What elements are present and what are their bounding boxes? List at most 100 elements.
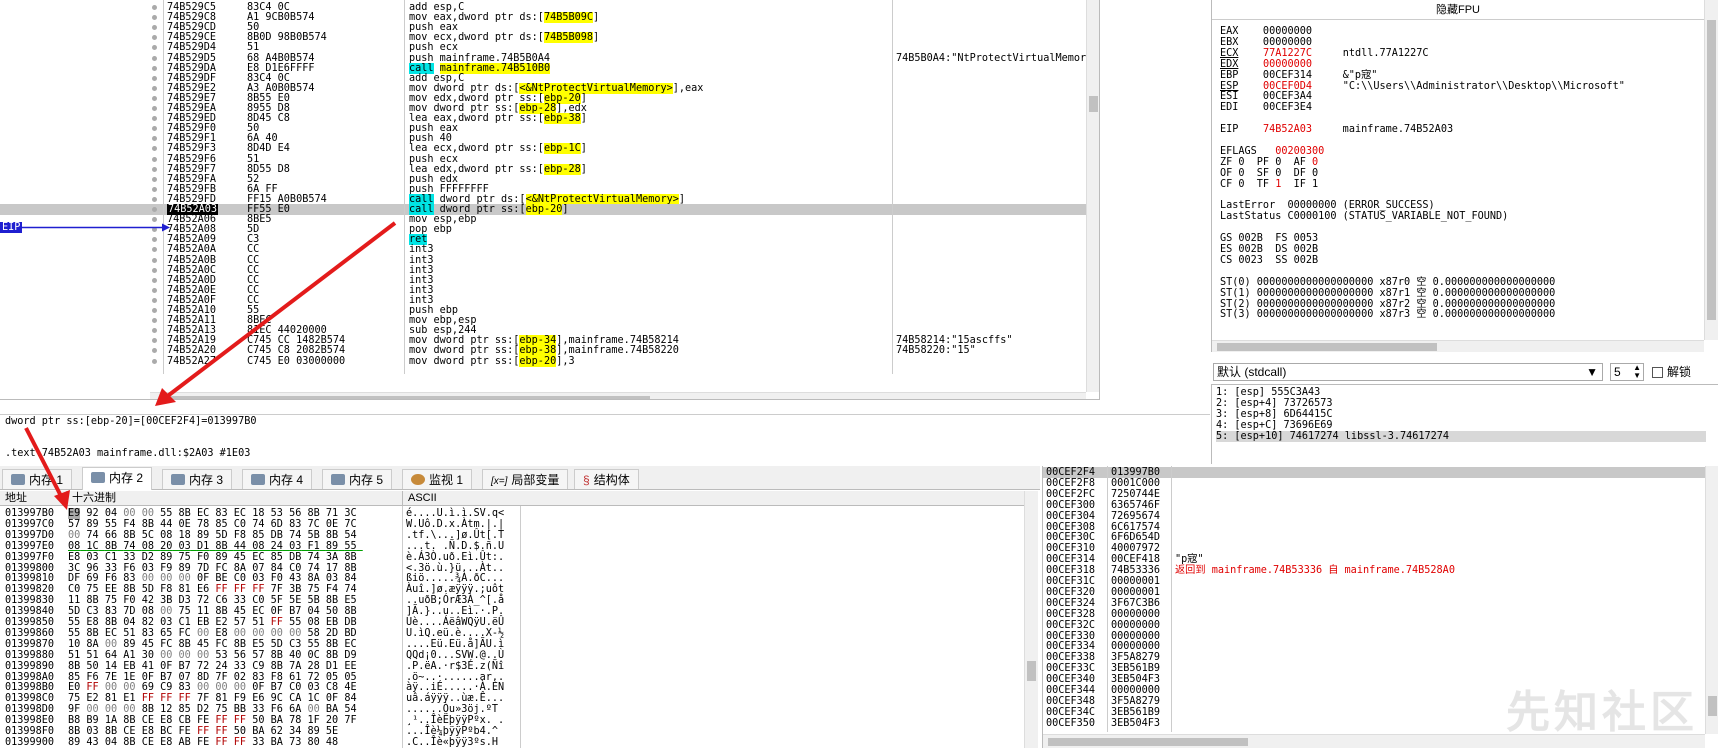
- tab-memory-2[interactable]: 内存 2: [82, 467, 153, 490]
- dump-addr: 01399860: [5, 627, 55, 639]
- stack-value: 3EB561B9: [1111, 663, 1161, 675]
- register-line[interactable]: EAX 00000000: [1220, 26, 1312, 37]
- register-line[interactable]: LastStatus C0000100 (STATUS_VARIABLE_NOT…: [1220, 211, 1508, 222]
- register-line[interactable]: ST(1) 0000000000000000000 x87r1 空 0.0000…: [1220, 288, 1555, 299]
- stack-row[interactable]: 00CEF328 00000000: [1043, 609, 1705, 620]
- stack-value: 00000001: [1111, 576, 1161, 587]
- stack-row[interactable]: 00CEF334 00000000: [1043, 641, 1705, 652]
- stack-addr: 00CEF340: [1046, 674, 1096, 686]
- register-line[interactable]: ESP 00CEF0D4 "C:\\Users\\Administrator\\…: [1220, 81, 1625, 92]
- stack-row[interactable]: 00CEF2FC 7250744E: [1043, 489, 1705, 500]
- dump-ascii: àÿ..iÉ.....·À.ÈN: [406, 682, 505, 694]
- stack-comment: 返回到 mainframe.74B53336 自 mainframe.74B52…: [1175, 565, 1455, 577]
- memory-icon: [11, 474, 25, 485]
- stack-row[interactable]: 00CEF304 72695674: [1043, 511, 1705, 522]
- stack-value: 013997B0: [1111, 467, 1161, 478]
- register-line[interactable]: GS 002B FS 0053: [1220, 233, 1318, 244]
- register-line[interactable]: CF 0 TF 1 IF 1: [1220, 179, 1318, 190]
- stack-vscroll[interactable]: [1705, 466, 1718, 734]
- stack-row[interactable]: 00CEF330 00000000: [1043, 631, 1705, 642]
- stack-row[interactable]: 00CEF308 6C617574: [1043, 522, 1705, 533]
- stack-row[interactable]: 00CEF30C 6F6D654D: [1043, 532, 1705, 543]
- stack-row[interactable]: 00CEF31C 00000001: [1043, 576, 1705, 587]
- tab-memory-4[interactable]: 内存 4: [242, 469, 313, 489]
- stack-row[interactable]: 00CEF324 3F67C3B6: [1043, 598, 1705, 609]
- registers-hscroll[interactable]: [1212, 340, 1704, 352]
- stack-row[interactable]: 00CEF2F4 013997B0: [1043, 467, 1705, 478]
- dump-addr: 01399850: [5, 617, 55, 628]
- stack-args-panel[interactable]: 1: [esp] 555C3A43 2: [esp+4] 73726573 3: […: [1211, 384, 1718, 464]
- register-line[interactable]: ST(2) 0000000000000000000 x87r2 空 0.0000…: [1220, 299, 1555, 310]
- arg-count-stepper[interactable]: 5 ▲ ▼: [1610, 363, 1644, 381]
- tab-struct[interactable]: § 结构体: [574, 469, 639, 489]
- stack-value: 3F5A8279: [1111, 652, 1161, 664]
- dump-hex: 00 74 66 8B 5C 08 18 89 5D F8 85 DB 74 5…: [68, 529, 357, 541]
- dump-hex: E0 FF 00 00 69 C9 83 00 00 00 0F B7 C0 0…: [68, 682, 357, 694]
- tab-locals[interactable]: [x=] 局部变量: [482, 469, 569, 489]
- hide-fpu-button[interactable]: 隐藏FPU: [1212, 0, 1704, 20]
- disassembly-panel[interactable]: 74B529C5 83C4 0C add esp,C 74B529C8 A1 9CB0B…: [0, 0, 1100, 400]
- arg-line[interactable]: 1: [esp] 555C3A43: [1216, 387, 1320, 398]
- memory-dump-panel[interactable]: 地址 十六进制 ASCII 013997B0 E9 92 04 00 00 55 …: [0, 491, 1040, 748]
- register-line[interactable]: EIP 74B52A03 mainframe.74B52A03: [1220, 124, 1453, 135]
- register-line[interactable]: ES 002B DS 002B: [1220, 244, 1318, 255]
- stack-row[interactable]: 00CEF33C 3EB561B9: [1043, 663, 1705, 674]
- stack-value: 00000000: [1111, 630, 1161, 642]
- dump-vscroll[interactable]: [1024, 491, 1038, 748]
- stack-row[interactable]: 00CEF2F8 0001C000: [1043, 478, 1705, 489]
- tab-watch-1[interactable]: 监视 1: [402, 469, 473, 489]
- stack-row[interactable]: 00CEF300 6365746F: [1043, 500, 1705, 511]
- arg-line[interactable]: 5: [esp+10] 74617274 libssl-3.74617274: [1216, 430, 1706, 442]
- arg-line[interactable]: 2: [esp+4] 73726573: [1216, 398, 1333, 409]
- arg-line[interactable]: 3: [esp+8] 6D64415C: [1216, 409, 1333, 420]
- register-line[interactable]: EBX 00000000: [1220, 37, 1312, 48]
- stack-addr: 00CEF350: [1046, 717, 1096, 729]
- register-line[interactable]: LastError 00000000 (ERROR_SUCCESS): [1220, 200, 1435, 211]
- stepper-arrows-icon: ▲ ▼: [1633, 363, 1641, 380]
- register-line[interactable]: EDX 00000000: [1220, 59, 1312, 70]
- dump-hex: 55 8B EC 51 83 65 FC 00 E8 00 00 00 00 5…: [68, 627, 357, 639]
- stack-addr: 00CEF328: [1046, 608, 1096, 620]
- register-line[interactable]: ST(0) 0000000000000000000 x87r0 空 0.0000…: [1220, 277, 1555, 288]
- unlock-checkbox[interactable]: 解锁: [1652, 364, 1691, 380]
- register-line[interactable]: ZF 0 PF 0 AF 0: [1220, 157, 1318, 168]
- variable-icon: [x=]: [491, 476, 508, 487]
- call-convention-select[interactable]: 默认 (stdcall) ▼: [1213, 363, 1603, 381]
- stack-row[interactable]: 00CEF318 74B53336 返回到 mainframe.74B53336 自…: [1043, 565, 1705, 576]
- register-line[interactable]: ESI 00CEF3A4: [1220, 91, 1312, 102]
- stack-row[interactable]: 00CEF314 00CEF418 "p宼": [1043, 554, 1705, 565]
- stack-addr: 00CEF324: [1046, 597, 1096, 609]
- stack-row[interactable]: 00CEF320 00000001: [1043, 587, 1705, 598]
- register-line[interactable]: CS 0023 SS 002B: [1220, 255, 1318, 266]
- stack-addr: 00CEF310: [1046, 543, 1096, 555]
- disassembly-vscroll[interactable]: [1086, 0, 1099, 392]
- dump-ascii: ....Eü.Eü.å]ÃU.ì: [406, 638, 505, 650]
- stack-addr: 00CEF2F8: [1046, 477, 1096, 489]
- register-line[interactable]: EDI 00CEF3E4: [1220, 102, 1312, 113]
- dump-hex: C0 75 EE 8B 5D F8 81 E6 FF FF FF 7F 3B 7…: [68, 584, 357, 596]
- disassembly-hscroll[interactable]: [150, 392, 1086, 399]
- stack-row[interactable]: 00CEF338 3F5A8279: [1043, 652, 1705, 663]
- dump-addr: 01399870: [5, 638, 55, 650]
- dump-hex: 57 89 55 F4 8B 44 0E 78 85 C0 74 6D 83 7…: [68, 518, 357, 530]
- registers-vscroll[interactable]: [1704, 0, 1718, 340]
- register-line[interactable]: ECX 77A1227C ntdll.77A1227C: [1220, 48, 1429, 59]
- arg-line[interactable]: 4: [esp+C] 73696E69: [1216, 420, 1333, 431]
- register-line[interactable]: EFLAGS 00200300: [1220, 146, 1324, 157]
- stack-panel[interactable]: 00CEF2F4 013997B0 00CEF2F8 0001C000 00CEF2FC…: [1042, 466, 1718, 748]
- tab-memory-3[interactable]: 内存 3: [162, 469, 233, 489]
- registers-panel[interactable]: 隐藏FPU EAX 00000000 EBX 00000000 ECX 77A122…: [1211, 0, 1718, 352]
- register-line[interactable]: OF 0 SF 0 DF 0: [1220, 168, 1318, 179]
- divider: [0, 414, 1210, 415]
- tab-memory-1[interactable]: 内存 1: [2, 469, 73, 489]
- stack-row[interactable]: 00CEF310 40007972: [1043, 543, 1705, 554]
- register-line[interactable]: ST(3) 0000000000000000000 x87r3 空 0.0000…: [1220, 309, 1555, 320]
- dump-ascii: .tf.\...]ø.Ût[.T: [406, 529, 505, 541]
- stack-value: 6C617574: [1111, 521, 1161, 533]
- register-line[interactable]: EBP 00CEF314 &"p宼": [1220, 70, 1377, 81]
- call-convention-value: 默认 (stdcall): [1217, 365, 1287, 379]
- stack-row[interactable]: 00CEF32C 00000000: [1043, 620, 1705, 631]
- stack-addr: 00CEF2FC: [1046, 488, 1096, 500]
- dump-ascii: QQd¡0...SVW.@..Ù: [406, 649, 505, 661]
- tab-memory-5[interactable]: 内存 5: [322, 469, 393, 489]
